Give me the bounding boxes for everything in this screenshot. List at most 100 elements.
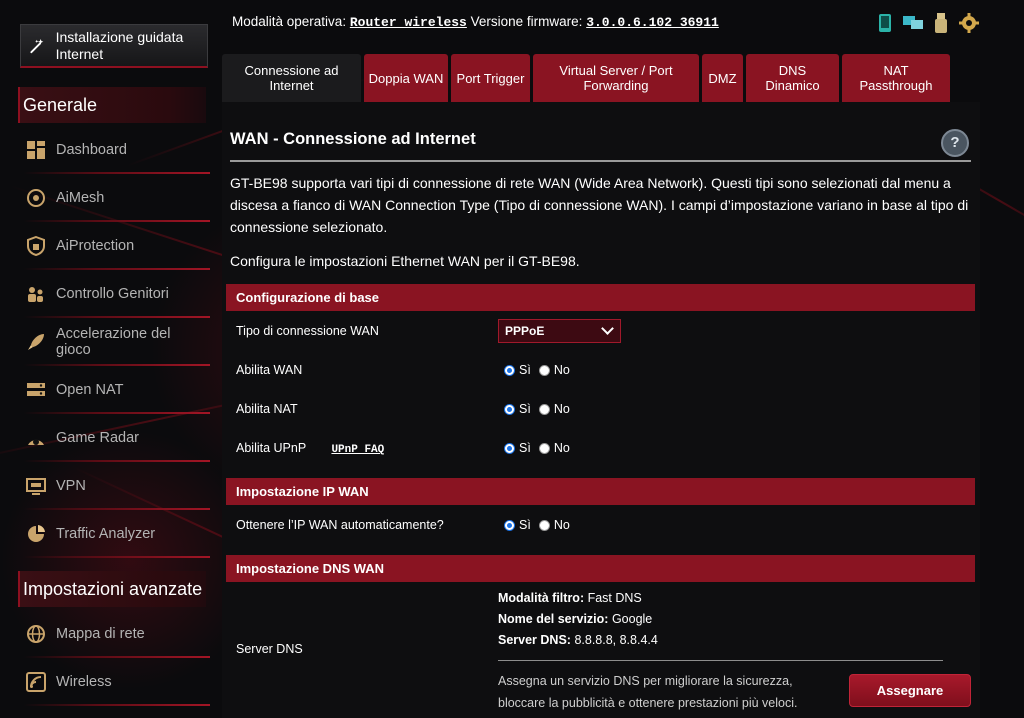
wan-type-value: PPPoE (505, 324, 545, 338)
sidebar-item-label: AiProtection (56, 238, 135, 254)
enable-upnp-no-radio[interactable] (538, 442, 550, 454)
dns-server-list: Server DNS: 8.8.8.8, 8.8.4.4 (498, 633, 658, 647)
sidebar-item-open-nat[interactable]: Open NAT (18, 367, 210, 414)
sidebar-item-label: AiMesh (56, 190, 105, 206)
help-button[interactable]: ? (941, 129, 969, 157)
sidebar-item-label: Open NAT (56, 382, 124, 398)
sidebar-item-wireless[interactable]: Wireless (18, 659, 210, 706)
auto-ip-no-radio[interactable] (538, 519, 550, 531)
tab-bar: Connessione ad Internet Doppia WAN Port … (222, 54, 953, 102)
filter-mode-key: Modalità filtro: (498, 591, 585, 605)
enable-upnp-radio-group: Sì No (504, 441, 578, 455)
enable-wan-label: Abilita WAN (236, 363, 303, 377)
sidebar-item-label: Traffic Analyzer (56, 526, 156, 542)
sidebar-item-traffic-analyzer[interactable]: Traffic Analyzer (18, 511, 210, 558)
sidebar-item-aimesh[interactable]: AiMesh (18, 175, 210, 222)
wan-ip-header: Impostazione IP WAN (226, 478, 975, 505)
settings-gear-icon[interactable] (958, 12, 980, 34)
enable-upnp-label: Abilita UPnP (236, 441, 306, 455)
enable-upnp-yes-radio[interactable] (504, 442, 515, 454)
globe-icon (26, 624, 46, 644)
sidebar-item-accelerazione-del-gioco[interactable]: Accelerazione del gioco (18, 319, 210, 366)
rocket-icon (26, 332, 46, 352)
sidebar-item-label: Accelerazione del gioco (56, 326, 171, 358)
yes-label: Sì (519, 363, 531, 377)
dns-server-key: Server DNS: (498, 633, 571, 647)
sidebar-item-label: Controllo Genitori (56, 286, 169, 302)
no-label: No (553, 402, 570, 416)
tab-nat-passthrough[interactable]: NAT Passthrough (842, 54, 950, 102)
usb-icon[interactable] (930, 12, 952, 34)
yes-label: Sì (519, 402, 531, 416)
yes-label: Sì (519, 441, 531, 455)
tab-virtual-server[interactable]: Virtual Server / Port Forwarding (533, 54, 699, 102)
sidebar: Installazione guidata Internet Generale … (0, 0, 218, 718)
vpn-icon (26, 476, 46, 496)
dashboard-icon (26, 140, 46, 160)
filter-mode-value: Fast DNS (587, 591, 642, 605)
mobile-app-icon[interactable] (874, 12, 896, 34)
no-label: No (553, 363, 570, 377)
general-section-title: Generale (18, 87, 206, 123)
sidebar-item-label: Wireless (56, 674, 112, 690)
wand-icon (30, 38, 44, 53)
game-radar-icon (26, 428, 46, 448)
aimesh-icon (26, 188, 46, 208)
main-panel: WAN - Connessione ad Internet ? GT-BE98 … (222, 102, 980, 718)
upnp-faq-link[interactable]: UPnP FAQ (331, 444, 384, 456)
enable-wan-radio-group: Sì No (504, 363, 578, 377)
dns-note: Assegna un servizio DNS per migliorare l… (498, 674, 798, 710)
basic-config-header: Configurazione di base (226, 284, 975, 311)
yes-label: Sì (519, 518, 531, 532)
shield-icon (26, 236, 46, 256)
mode-label: Modalità operativa: (232, 14, 347, 29)
sidebar-item-dashboard[interactable]: Dashboard (18, 127, 210, 174)
service-name-key: Nome del servizio: (498, 612, 609, 626)
open-nat-icon (26, 380, 46, 400)
tab-ddns[interactable]: DNS Dinamico (746, 54, 839, 102)
dns-server-label: Server DNS (236, 642, 303, 656)
enable-wan-yes-radio[interactable] (504, 364, 515, 376)
dns-service-name: Nome del servizio: Google (498, 612, 652, 626)
sidebar-item-aiprotection[interactable]: AiProtection (18, 223, 210, 270)
wan-type-label: Tipo di connessione WAN (236, 324, 379, 338)
sidebar-item-mappa-di-rete[interactable]: Mappa di rete (18, 611, 210, 658)
auto-ip-yes-radio[interactable] (504, 519, 515, 531)
status-icons (874, 12, 980, 34)
enable-nat-label: Abilita NAT (236, 402, 298, 416)
tab-dual-wan[interactable]: Doppia WAN (364, 54, 448, 102)
service-name-value: Google (611, 612, 653, 626)
enable-upnp-row: Abilita UPnP UPnP FAQ (236, 441, 384, 456)
tab-dmz[interactable]: DMZ (702, 54, 743, 102)
enable-nat-yes-radio[interactable] (504, 403, 515, 415)
sidebar-item-label: Mappa di rete (56, 626, 145, 642)
wan-type-select[interactable]: PPPoE (498, 319, 621, 343)
wireless-icon (26, 672, 46, 692)
sidebar-item-game-radar[interactable]: Game Radar (18, 415, 210, 462)
network-status-icon[interactable] (902, 12, 924, 34)
sidebar-item-controllo-genitori[interactable]: Controllo Genitori (18, 271, 210, 318)
quick-setup-button[interactable]: Installazione guidata Internet (20, 24, 208, 68)
page-description: GT-BE98 supporta vari tipi di connession… (230, 175, 969, 235)
wan-dns-header: Impostazione DNS WAN (226, 555, 975, 582)
advanced-section-title: Impostazioni avanzate (18, 571, 206, 607)
auto-ip-radio-group: Sì No (504, 518, 578, 532)
tab-port-trigger[interactable]: Port Trigger (451, 54, 530, 102)
traffic-analyzer-icon (26, 524, 46, 544)
sidebar-item-vpn[interactable]: VPN (18, 463, 210, 510)
operation-mode-link[interactable]: Router wireless (350, 15, 467, 30)
page-title: WAN - Connessione ad Internet (230, 130, 476, 148)
no-label: No (553, 518, 570, 532)
page-subdescription: Configura le impostazioni Ethernet WAN p… (230, 253, 580, 269)
title-divider (230, 160, 971, 162)
enable-nat-no-radio[interactable] (538, 403, 550, 415)
assign-dns-button[interactable]: Assegnare (849, 674, 971, 707)
firmware-label: Versione firmware: (470, 14, 583, 29)
quick-setup-label: Installazione guidata Internet (55, 28, 184, 62)
auto-ip-label: Ottenere l’IP WAN automaticamente? (236, 518, 444, 532)
tab-internet-connection[interactable]: Connessione ad Internet (222, 54, 361, 102)
firmware-version-link[interactable]: 3.0.0.6.102_36911 (586, 15, 719, 30)
parental-control-icon (26, 284, 46, 304)
enable-wan-no-radio[interactable] (538, 364, 550, 376)
sidebar-item-label: Game Radar (56, 430, 140, 446)
